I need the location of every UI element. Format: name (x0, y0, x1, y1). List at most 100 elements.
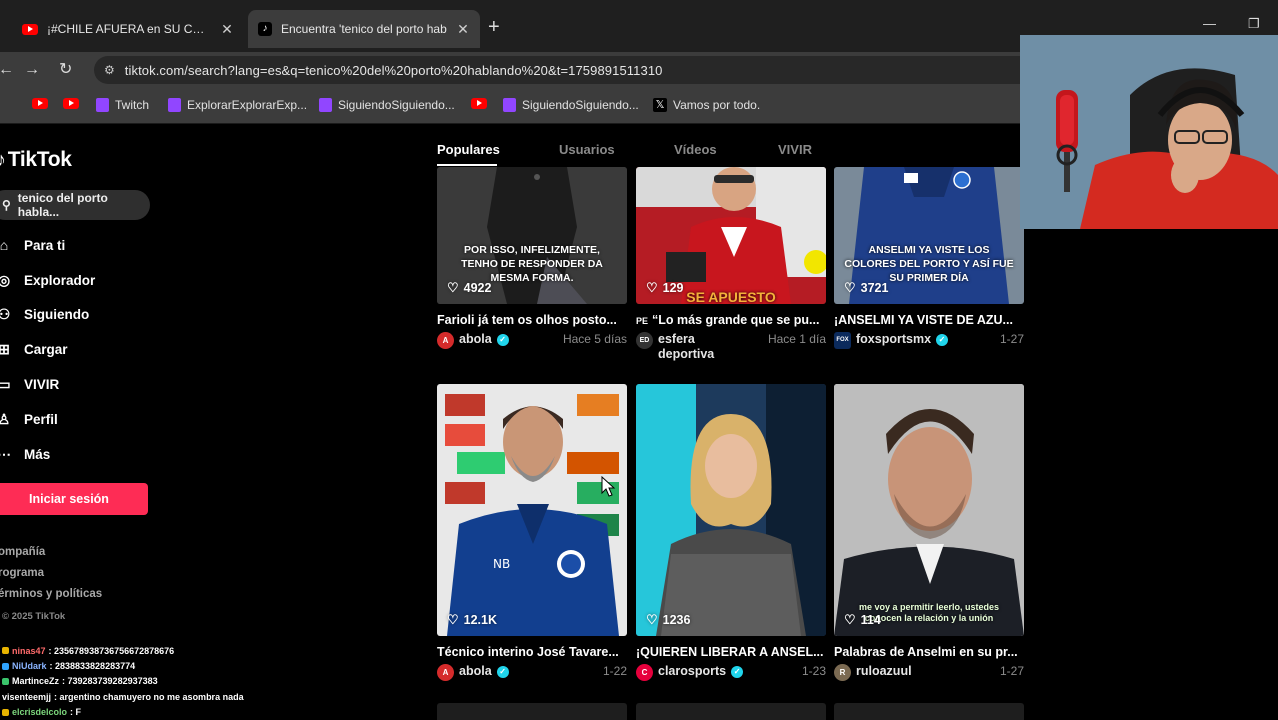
footer-link-program[interactable]: rograma (0, 567, 102, 588)
chat-user: visenteemjj (2, 691, 52, 702)
avatar[interactable]: C (636, 664, 653, 681)
video-meta: A abola ✓ Hace 5 días (437, 332, 627, 349)
video-date: 1-23 (801, 664, 826, 678)
avatar[interactable]: R (834, 664, 851, 681)
video-card[interactable]: NB ♡ 12.1K Técnico interino José Tavare..… (437, 384, 627, 681)
video-title[interactable]: ¡QUIEREN LIBERAR A ANSEL... (636, 645, 826, 659)
bookmark-label: Twitch (115, 98, 150, 112)
youtube-icon (22, 23, 38, 35)
video-thumbnail[interactable]: POR ISSO, INFELIZMENTE, TENHO DE RESPOND… (437, 167, 627, 304)
bookmark-twitch-siguiendo-2[interactable]: SiguiendoSiguiendo... (503, 98, 639, 112)
heart-icon: ♡ (646, 612, 658, 627)
like-value: 3721 (860, 281, 889, 295)
minimize-icon[interactable]: — (1203, 16, 1216, 31)
home-icon: ⌂ (0, 237, 9, 254)
back-icon[interactable]: ← (0, 61, 14, 79)
chat-user: MartinceZz (12, 676, 60, 687)
chat-message: NiUdark: 2838833828283774 (2, 658, 332, 673)
video-thumbnail-partial[interactable] (636, 703, 826, 720)
youtube-icon (63, 98, 79, 109)
video-title[interactable]: Técnico interino José Tavare... (437, 645, 627, 659)
video-title[interactable]: Farioli já tem os olhos posto... (437, 313, 627, 327)
bookmark-label: SiguiendoSiguiendo... (522, 98, 639, 112)
video-title-text: “Lo más grande que se pu... (652, 313, 820, 327)
login-button[interactable]: Iniciar sesión (0, 483, 148, 515)
sidebar-item-mas[interactable]: ⋯ Más (0, 437, 95, 472)
author-name[interactable]: esfera deportiva (658, 332, 728, 362)
bookmark-x[interactable]: 𝕏 Vamos por todo. (653, 98, 760, 112)
browser-tab-youtube[interactable]: ¡#CHILE AFUERA en SU CASA! # ✕ (12, 10, 244, 48)
tab-populares[interactable]: Populares (437, 142, 500, 157)
video-title[interactable]: PE “Lo más grande que se pu... (636, 313, 826, 327)
author-name[interactable]: ruloazuul (856, 664, 912, 678)
footer-links: ompañía rograma érminos y políticas (0, 546, 102, 610)
tab-usuarios[interactable]: Usuarios (559, 142, 615, 157)
bookmark-twitch-siguiendo[interactable]: SiguiendoSiguiendo... (319, 98, 455, 112)
site-settings-icon[interactable]: ⚙ (104, 63, 115, 77)
sidebar-item-label: Para ti (24, 237, 66, 253)
video-card[interactable]: SE APUESTO ♡ 129 PE “Lo más grande que se … (636, 167, 826, 362)
avatar[interactable]: ED (636, 332, 653, 349)
video-thumbnail-partial[interactable] (437, 703, 627, 720)
video-card[interactable]: me voy a permitir leerlo, ustedes conoce… (834, 384, 1024, 681)
author-name[interactable]: abola (459, 664, 492, 678)
avatar[interactable]: A (437, 664, 454, 681)
footer-link-company[interactable]: ompañía (0, 546, 102, 567)
video-card[interactable]: ♡ 1236 ¡QUIEREN LIBERAR A ANSEL... C clar… (636, 384, 826, 681)
bookmark-youtube-2[interactable] (63, 98, 79, 109)
like-count: ♡ 12.1K (447, 612, 497, 628)
tiktok-logo[interactable]: ♪ TikTok (0, 148, 72, 172)
like-value: 4922 (463, 281, 492, 295)
restore-icon[interactable]: ❐ (1248, 16, 1260, 32)
footer-link-terms[interactable]: érminos y políticas (0, 588, 102, 609)
video-thumbnail-partial[interactable] (834, 703, 1024, 720)
tab-vivir[interactable]: VIVIR (778, 142, 812, 157)
search-input[interactable]: ⚲ tenico del porto habla... (0, 190, 150, 220)
bookmark-youtube-1[interactable] (32, 98, 48, 109)
author-name[interactable]: foxsportsmx (856, 332, 931, 346)
badge-icon (2, 662, 9, 670)
tab-videos[interactable]: Vídeos (674, 142, 717, 157)
video-meta: C clarosports ✓ 1-23 (636, 664, 826, 681)
video-thumbnail[interactable]: ANSELMI YA VISTE LOS COLORES DEL PORTO Y… (834, 167, 1024, 304)
video-thumbnail[interactable]: me voy a permitir leerlo, ustedes conoce… (834, 384, 1024, 636)
sidebar-item-siguiendo[interactable]: ⚇ Siguiendo (0, 298, 95, 333)
video-thumbnail[interactable]: SE APUESTO ♡ 129 (636, 167, 826, 304)
sidebar-item-para-ti[interactable]: ⌂ Para ti (0, 228, 95, 263)
url-text[interactable]: tiktok.com/search?lang=es&q=tenico%20del… (125, 63, 663, 78)
search-value[interactable]: tenico del porto habla... (18, 191, 150, 219)
bookmark-twitch[interactable]: Twitch (96, 98, 149, 112)
sidebar-item-explorador[interactable]: ◎ Explorador (0, 263, 95, 298)
twitch-icon (168, 98, 181, 112)
new-tab-icon[interactable]: + (488, 17, 500, 37)
sidebar-item-perfil[interactable]: ♙ Perfil (0, 402, 95, 437)
bookmark-label: ExplorarExplorarExp... (187, 98, 308, 112)
heart-icon: ♡ (646, 280, 658, 295)
video-date: 1-27 (999, 664, 1024, 678)
video-title[interactable]: ¡ANSELMI YA VISTE DE AZU... (834, 313, 1024, 327)
like-count: ♡ 4922 (447, 280, 491, 296)
reload-icon[interactable]: ↻ (59, 61, 72, 79)
following-icon: ⚇ (0, 306, 11, 323)
avatar[interactable]: A (437, 332, 454, 349)
like-value: 1236 (662, 613, 691, 627)
close-icon[interactable]: ✕ (220, 21, 234, 38)
browser-tab-tiktok[interactable]: ♪ Encuentra 'tenico del porto hab ✕ (248, 10, 480, 48)
video-title[interactable]: Palabras de Anselmi en su pr... (834, 645, 1024, 659)
close-icon[interactable]: ✕ (456, 21, 470, 38)
svg-text:NB: NB (493, 557, 510, 571)
bookmark-youtube-3[interactable] (471, 98, 487, 109)
video-thumbnail[interactable]: ♡ 1236 (636, 384, 826, 636)
forward-icon[interactable]: → (24, 61, 40, 79)
sidebar-item-cargar[interactable]: ⊞ Cargar (0, 332, 95, 367)
bookmark-twitch-explorar[interactable]: ExplorarExplorarExp... (168, 98, 307, 112)
author-name[interactable]: abola (459, 332, 492, 346)
avatar[interactable]: FOX (834, 332, 851, 349)
twitch-icon (319, 98, 332, 112)
sidebar-item-vivir[interactable]: ▭ VIVIR (0, 367, 95, 402)
author-name[interactable]: clarosports (658, 664, 726, 678)
video-thumbnail[interactable]: NB ♡ 12.1K (437, 384, 627, 636)
thumbnail-caption: POR ISSO, INFELIZMENTE, TENHO DE RESPOND… (461, 244, 603, 284)
video-card[interactable]: ANSELMI YA VISTE LOS COLORES DEL PORTO Y… (834, 167, 1024, 349)
video-card[interactable]: POR ISSO, INFELIZMENTE, TENHO DE RESPOND… (437, 167, 627, 349)
